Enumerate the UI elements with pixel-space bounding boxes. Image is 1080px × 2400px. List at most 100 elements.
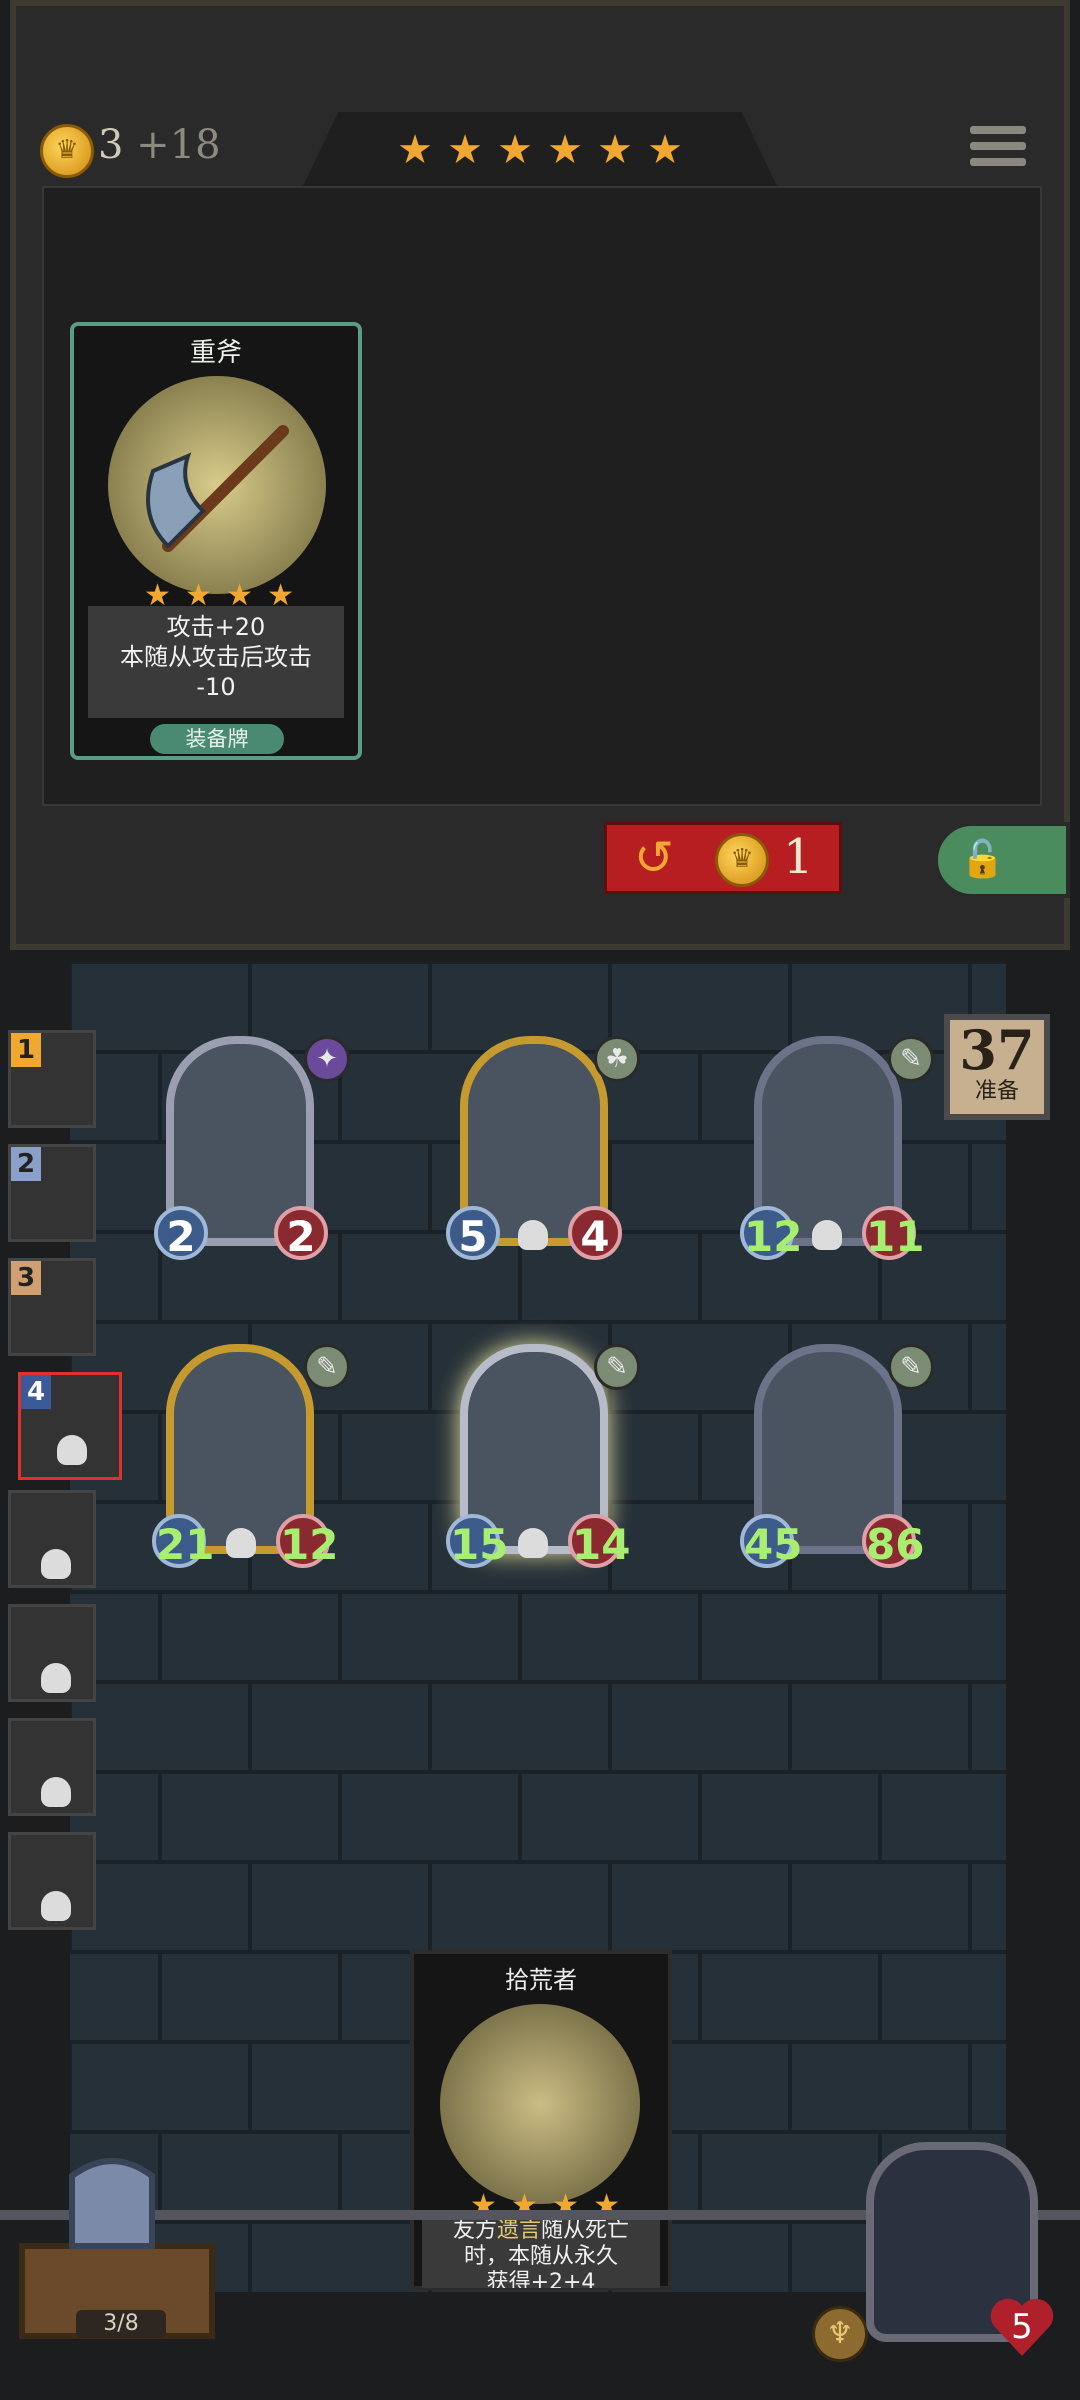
wall-brick — [520, 1592, 700, 1682]
hand-card[interactable]: 拾荒者 ★ ★ ★ ★ 友方遗言随从死亡 时，本随从永久 获得+2+4 — [410, 1950, 672, 2290]
wall-brick — [250, 1862, 430, 1952]
keyword-deathrattle: 遗言 — [496, 2218, 541, 2243]
wrench-icon: ✎ — [304, 1344, 350, 1390]
wall-brick — [430, 1682, 610, 1772]
card-description: 攻击+20 本随从攻击后攻击 -10 — [88, 606, 344, 718]
wall-brick — [160, 1772, 340, 1862]
skull-icon — [41, 1549, 71, 1579]
wall-brick — [880, 1952, 1006, 2042]
player-slot[interactable]: 1 — [8, 1030, 96, 1128]
wall-brick — [790, 2042, 970, 2132]
board-minion[interactable]: ✎ 45 86 — [740, 1344, 934, 1572]
card-desc-line: 友方遗言随从死亡 — [422, 2218, 660, 2244]
gold-coin-icon: ♛ — [40, 124, 94, 178]
card-desc-line: 攻击+20 — [166, 613, 266, 641]
axe-icon — [108, 376, 326, 594]
card-desc-line: 获得+2+4 — [486, 2270, 596, 2288]
wall-brick — [790, 1682, 970, 1772]
player-rank: 4 — [21, 1375, 51, 1409]
desc-text: 友方 — [452, 2218, 497, 2243]
skull-icon — [41, 1663, 71, 1693]
wall-brick — [970, 1502, 1006, 1592]
card-art — [440, 2004, 640, 2204]
card-description: 友方遗言随从死亡 时，本随从永久 获得+2+4 — [422, 2214, 660, 2288]
skull-icon — [41, 1891, 71, 1921]
minion-health: 2 — [274, 1206, 328, 1261]
timer-label: 准备 — [974, 1079, 1019, 1104]
minion-attack: 21 — [152, 1514, 214, 1569]
lock-shop-button[interactable]: 🔓 — [934, 822, 1070, 898]
wall-brick — [70, 1682, 250, 1772]
wall-brick — [340, 1592, 520, 1682]
wall-brick — [700, 2132, 880, 2222]
player-slot-self[interactable]: 4 — [18, 1372, 122, 1480]
wall-brick — [250, 2222, 430, 2292]
wall-brick — [880, 1772, 1006, 1862]
wall-brick — [430, 1862, 610, 1952]
wall-brick — [160, 1952, 340, 2042]
skull-icon — [518, 1528, 548, 1558]
player-slot[interactable]: 2 — [8, 1144, 96, 1242]
wall-brick — [70, 2042, 250, 2132]
card-desc-line: 本随从攻击后攻击 — [120, 643, 312, 671]
skull-icon — [518, 1220, 548, 1250]
player-slot[interactable]: 3 — [8, 1258, 96, 1356]
card-title: 拾荒者 — [505, 1966, 577, 1994]
wall-brick — [70, 1862, 250, 1952]
player-rank: 3 — [11, 1261, 41, 1295]
refresh-shop-button[interactable]: ↺ ♛ 1 — [604, 822, 842, 894]
gold-display: 3 +18 — [98, 122, 221, 168]
wall-brick — [340, 1772, 520, 1862]
shop-equipment-card[interactable]: 重斧 ★ ★ ★ ★ 攻击+20 本随从攻击后攻击 -10 装备牌 — [70, 322, 362, 760]
skull-icon — [226, 1528, 256, 1558]
skull-icon — [41, 1777, 71, 1807]
star-icon: ★ — [397, 127, 433, 173]
card-type-badge: 装备牌 — [150, 724, 284, 754]
player-slot-eliminated[interactable] — [8, 1490, 96, 1588]
wall-brick — [880, 1592, 1006, 1682]
minion-health: 14 — [568, 1514, 630, 1569]
player-rank: 2 — [11, 1147, 41, 1181]
minion-attack: 45 — [740, 1514, 802, 1569]
board-minion[interactable]: ✦ 2 2 — [152, 1036, 350, 1264]
wall-brick — [970, 1322, 1006, 1412]
refresh-cost: 1 — [783, 829, 814, 885]
board-minion[interactable]: ✎ 21 12 — [152, 1344, 350, 1572]
card-desc-line: -10 — [196, 673, 236, 701]
star-icon: ★ — [647, 127, 683, 173]
menu-icon[interactable] — [970, 126, 1026, 176]
card-desc-line: 时，本随从永久 — [463, 2244, 618, 2269]
star-icon: ★ — [497, 127, 533, 173]
desc-text: 随从死亡 — [541, 2218, 630, 2243]
wall-brick — [970, 1862, 1006, 1952]
player-slot-eliminated[interactable] — [8, 1718, 96, 1816]
wall-brick — [970, 1142, 1006, 1232]
board-minion[interactable]: ✎ 12 11 — [740, 1036, 934, 1264]
board-minion-selected[interactable]: ✎ 15 14 — [446, 1344, 640, 1572]
timer-value: 37 — [959, 1018, 1035, 1082]
skull-icon — [812, 1220, 842, 1250]
wall-brick — [700, 1772, 880, 1862]
wall-brick — [790, 1862, 970, 1952]
wall-brick — [970, 2042, 1006, 2132]
board-minion[interactable]: ☘ 5 4 — [446, 1036, 640, 1264]
tavern-stars: ★ ★ ★ ★ ★ ★ — [395, 130, 685, 180]
player-slot-eliminated[interactable] — [8, 1604, 96, 1702]
gold-coin-icon: ♛ — [715, 833, 769, 887]
hero-power-icon[interactable]: ♆ — [812, 2306, 868, 2362]
minion-health: 86 — [862, 1514, 924, 1569]
tribe-icon: ☘ — [594, 1036, 640, 1082]
minion-attack: 12 — [740, 1206, 802, 1261]
unlock-icon: 🔓 — [960, 839, 1005, 880]
wall-brick — [250, 1682, 430, 1772]
hero-portrait[interactable]: 5 — [866, 2142, 1046, 2352]
wall-brick — [520, 1772, 700, 1862]
refresh-arrow-icon: ↺ — [633, 830, 675, 886]
wrench-icon: ✎ — [888, 1036, 934, 1082]
player-slot-eliminated[interactable] — [8, 1832, 96, 1930]
wall-brick — [700, 1592, 880, 1682]
wall-brick — [610, 1862, 790, 1952]
wrench-icon: ✎ — [888, 1344, 934, 1390]
card-pool-count: 3/8 — [76, 2310, 166, 2338]
wall-brick — [160, 1592, 340, 1682]
